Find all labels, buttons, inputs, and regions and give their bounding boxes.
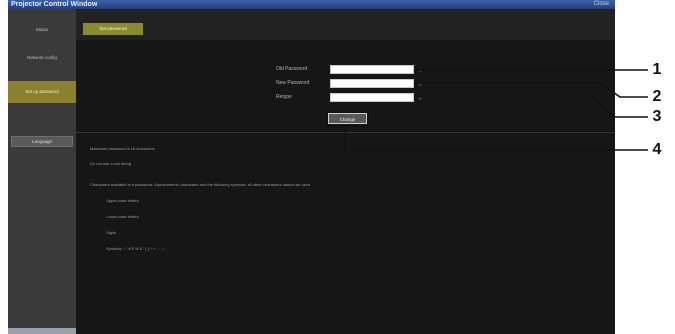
sidebar-item-network-config[interactable]: Network config xyxy=(8,52,76,64)
language-button[interactable]: Language xyxy=(11,136,73,147)
old-password-row: Old Password *1 xyxy=(276,65,456,74)
change-button[interactable]: Change xyxy=(328,113,367,124)
old-password-field[interactable] xyxy=(330,65,414,74)
retype-label: Retype xyxy=(276,94,292,100)
callout-number-1: 1 xyxy=(652,61,662,78)
note-available-characters: Characters available in a password: Alph… xyxy=(90,182,311,187)
sidebar: Status Network config Set up password La… xyxy=(8,9,76,334)
note-upper-case: Upper-case letters xyxy=(106,198,139,203)
window-title: Projector Control Window xyxy=(11,1,98,8)
callout-number-4: 4 xyxy=(652,141,662,158)
note-digits: Digits xyxy=(106,230,117,235)
note-symbols: Symbols: ! " # $ % & ' ( ) * + , - . / xyxy=(106,246,165,251)
main-content: Old Password *1 New Password *1 Retype *… xyxy=(76,40,615,334)
new-password-label: New Password xyxy=(276,80,310,86)
old-password-note: *1 xyxy=(418,68,422,73)
close-link[interactable]: Close xyxy=(594,0,609,9)
sidebar-item-set-up-password[interactable]: Set up password xyxy=(8,81,76,103)
old-password-label: Old Password xyxy=(276,66,308,72)
projector-control-window: Projector Control Window Close Status Ne… xyxy=(8,0,615,334)
sidebar-item-status[interactable]: Status xyxy=(8,25,76,35)
callout-number-2: 2 xyxy=(652,88,662,105)
divider xyxy=(76,132,615,133)
note-lower-case: Lower-case letters xyxy=(106,214,139,219)
sidebar-item-label: Set up password xyxy=(25,89,59,94)
title-bar: Projector Control Window Close xyxy=(8,0,615,9)
new-password-row: New Password *1 xyxy=(276,79,456,88)
new-password-note: *1 xyxy=(418,82,422,87)
tab-set-password[interactable]: Set password xyxy=(83,23,143,35)
new-password-field[interactable] xyxy=(330,79,414,88)
retype-note: *1 xyxy=(418,96,422,101)
callout-number-3: 3 xyxy=(652,108,662,125)
note-max-length: Maximum password is 16 characters xyxy=(90,146,155,151)
sidebar-item-label: Status xyxy=(35,27,49,32)
sidebar-footer xyxy=(8,328,76,334)
top-bar: Set password xyxy=(76,9,615,40)
note-no-null: Do not use a null string xyxy=(90,161,131,166)
sidebar-item-label: Network config xyxy=(27,55,57,60)
retype-password-field[interactable] xyxy=(330,93,414,102)
retype-row: Retype *1 xyxy=(276,93,456,102)
